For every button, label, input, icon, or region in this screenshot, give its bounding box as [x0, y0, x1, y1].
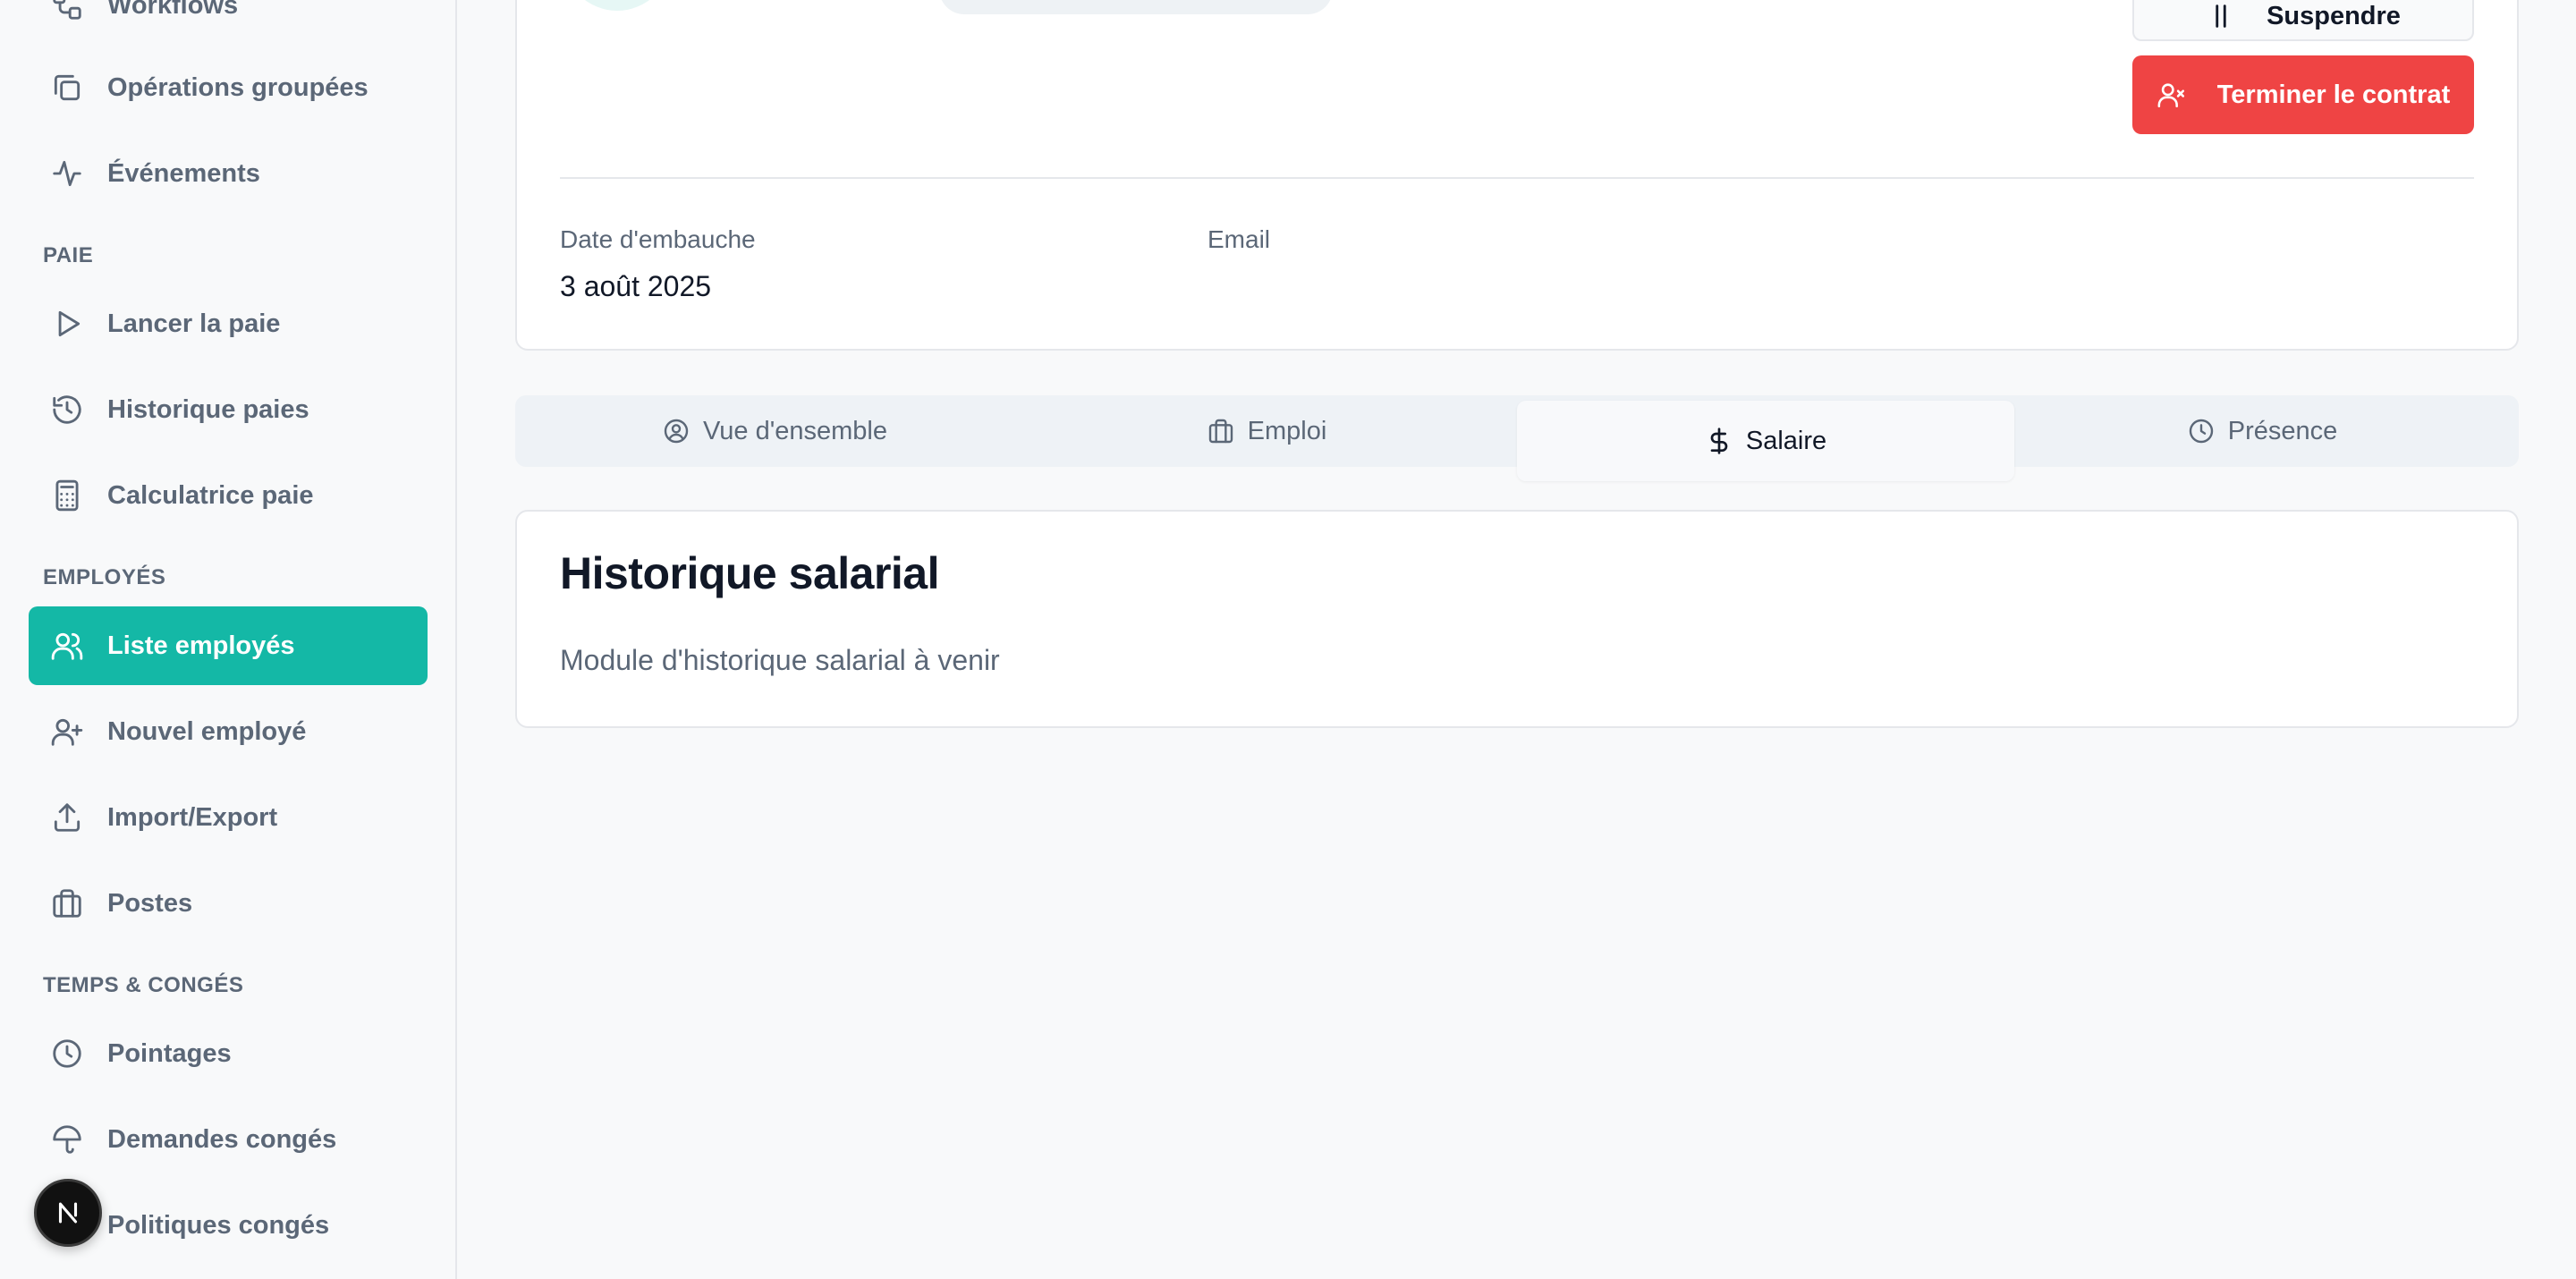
salary-history-card — [515, 510, 2519, 728]
sidebar-item-run-payroll[interactable]: Lancer la paie — [29, 284, 428, 363]
sidebar-item-timesheets[interactable]: Pointages — [29, 1014, 428, 1093]
hire-date-value: 3 août 2025 — [560, 270, 712, 302]
sidebar-item-label: Workflows — [107, 0, 239, 20]
section-label-temps-conges: TEMPS & CONGÉS — [43, 973, 244, 997]
sidebar-item-events[interactable]: Événements — [29, 134, 428, 213]
dev-tools-badge[interactable] — [34, 1179, 102, 1247]
suspend-button[interactable]: Suspendre — [2132, 0, 2474, 41]
sidebar-item-leave-requests[interactable]: Demandes congés — [29, 1100, 428, 1179]
briefcase-icon — [1208, 419, 1233, 444]
salary-history-description: Module d'historique salarial à venir — [560, 644, 1000, 676]
section-label-paie: PAIE — [43, 243, 94, 267]
sidebar-item-new-employee[interactable]: Nouvel employé — [29, 692, 428, 771]
sidebar-item-label: Liste employés — [107, 631, 295, 660]
play-icon — [58, 310, 80, 337]
terminate-button-label: Terminer le contrat — [2216, 80, 2451, 109]
sidebar-item-payroll-history[interactable]: Historique paies — [29, 370, 428, 449]
n-logo-icon — [58, 1202, 78, 1224]
sidebar-item-workflows[interactable]: Workflows — [29, 0, 428, 45]
status-badge — [939, 0, 1333, 14]
dollar-icon — [1710, 428, 1728, 454]
sidebar-item-positions[interactable]: Postes — [29, 864, 428, 943]
calculator-icon — [55, 479, 79, 512]
sidebar-item-label: Demandes congés — [107, 1124, 337, 1154]
sidebar-item-label: Opérations groupées — [107, 72, 369, 102]
copy-icon — [54, 74, 80, 101]
umbrella-icon — [53, 1125, 81, 1154]
clock-icon — [53, 1039, 81, 1068]
upload-icon — [54, 803, 80, 832]
tab-salary[interactable]: Salaire — [1517, 401, 2014, 481]
sidebar-item-label: Import/Export — [107, 802, 278, 832]
sidebar-item-label: Calculatrice paie — [107, 480, 314, 510]
user-x-icon — [2157, 83, 2184, 108]
sidebar-item-label: Lancer la paie — [107, 309, 281, 338]
profile-divider — [560, 177, 2474, 179]
workflow-icon — [53, 0, 81, 20]
salary-history-title: Historique salarial — [560, 548, 940, 598]
section-label-employes: EMPLOYÉS — [43, 565, 166, 589]
sidebar-item-label: Nouvel employé — [107, 716, 307, 746]
sidebar-item-payroll-calculator[interactable]: Calculatrice paie — [29, 456, 428, 535]
sidebar-item-label: Politiques congés — [107, 1210, 330, 1240]
user-circle-icon — [664, 419, 689, 444]
email-label: Email — [1208, 225, 1271, 253]
pause-icon — [2216, 4, 2226, 28]
tab-label: Vue d'ensemble — [703, 416, 887, 445]
suspend-button-label: Suspendre — [2267, 1, 2401, 30]
sidebar-item-label: Événements — [107, 158, 260, 188]
employee-profile-card — [515, 0, 2519, 351]
hire-date-label: Date d'embauche — [560, 225, 756, 253]
briefcase-icon — [53, 889, 81, 918]
tab-employment[interactable]: Emploi — [1016, 395, 1517, 467]
sidebar-item-label: Historique paies — [107, 394, 309, 424]
activity-icon — [53, 160, 81, 187]
terminate-contract-button[interactable]: Terminer le contrat — [2132, 55, 2474, 134]
sidebar-item-import-export[interactable]: Import/Export — [29, 778, 428, 857]
tab-attendance[interactable]: Présence — [2014, 395, 2510, 467]
sidebar-item-employee-list[interactable]: Liste employés — [29, 606, 428, 685]
clock-icon — [2189, 419, 2213, 444]
sidebar-item-grouped-operations[interactable]: Opérations groupées — [29, 48, 428, 127]
tab-overview[interactable]: Vue d'ensemble — [533, 395, 1016, 467]
history-icon — [53, 395, 81, 424]
sidebar: Workflows Opérations groupées Événements… — [0, 0, 457, 1279]
tab-label: Emploi — [1247, 416, 1327, 445]
user-plus-icon — [51, 718, 83, 746]
sidebar-item-label: Postes — [107, 888, 193, 918]
users-icon — [51, 632, 83, 660]
sidebar-item-label: Pointages — [107, 1038, 232, 1068]
tab-label: Salaire — [1745, 426, 1827, 455]
tab-label: Présence — [2227, 416, 2338, 445]
